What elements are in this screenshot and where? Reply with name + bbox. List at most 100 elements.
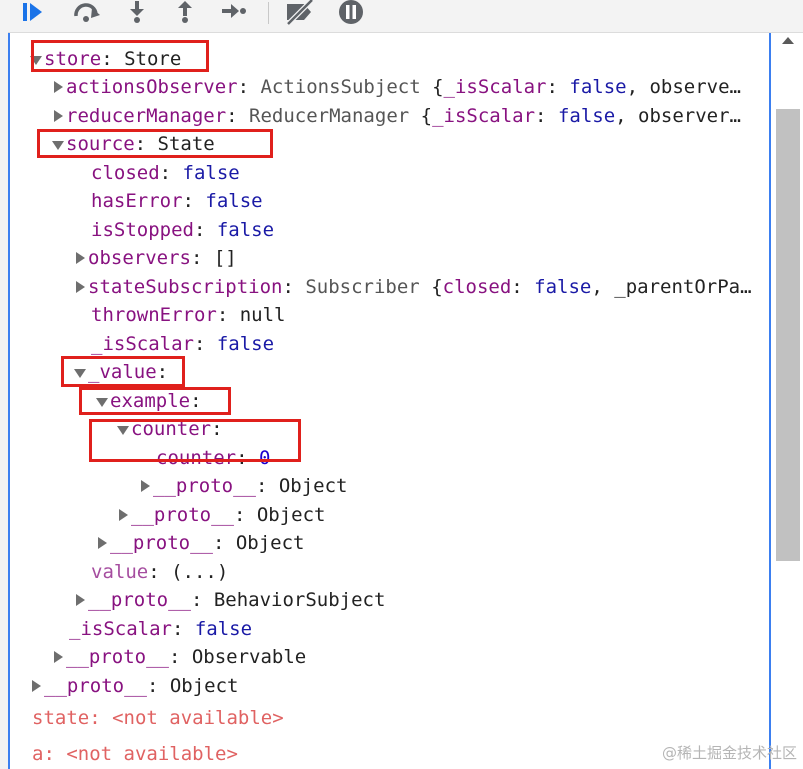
tree-node-proto[interactable]: __proto__: BehaviorSubject: [74, 586, 385, 614]
variable-name: state: [32, 707, 90, 729]
separator: :: [190, 589, 214, 611]
property-key: _isScalar: [91, 333, 194, 355]
tree-node-isScalar: _isScalar: false: [91, 330, 274, 358]
property-value: false: [216, 333, 275, 355]
property-value: null: [239, 304, 286, 326]
property-type: Object: [256, 504, 326, 526]
property-key: closed: [91, 162, 160, 184]
vertical-scrollbar[interactable]: [773, 33, 803, 769]
highlight-box-store: [31, 40, 209, 72]
collapsed-triangle-icon[interactable]: [52, 73, 66, 101]
preview-rest: , observe…: [626, 76, 741, 98]
class-name: ReducerManager: [249, 105, 410, 127]
property-key: observers: [88, 247, 191, 269]
preview-value: false: [569, 76, 627, 98]
property-key: stateSubscription: [88, 276, 283, 298]
highlight-box-source: [37, 129, 273, 158]
separator: :: [535, 105, 558, 127]
step-out-icon[interactable]: [172, 0, 200, 28]
separator: :: [226, 105, 250, 127]
separator: :: [282, 276, 306, 298]
brace: {: [409, 105, 433, 127]
preview-key: closed: [442, 276, 512, 298]
watermark: @稀土掘金技术社区: [661, 744, 797, 762]
separator: :: [146, 675, 170, 697]
class-name: ActionsSubject: [260, 76, 421, 98]
tree-node-value-getter[interactable]: value: (...): [91, 558, 228, 586]
pause-on-exceptions-icon[interactable]: [338, 0, 366, 28]
property-key: value: [91, 561, 149, 583]
preview-key: _isScalar: [432, 105, 536, 127]
tree-node-closed: closed: false: [91, 159, 240, 187]
separator: :: [255, 475, 279, 497]
collapsed-triangle-icon[interactable]: [30, 672, 44, 700]
toolbar-separator: [268, 2, 269, 24]
property-key: __proto__: [153, 475, 256, 497]
step-over-icon[interactable]: [72, 0, 100, 28]
deactivate-breakpoints-icon[interactable]: [284, 0, 318, 28]
collapsed-triangle-icon[interactable]: [52, 643, 66, 671]
tree-node-thrownError: thrownError: null: [91, 301, 286, 329]
tree-node-actionsObserver[interactable]: actionsObserver: ActionsSubject {_isScal…: [52, 73, 764, 101]
separator: :: [148, 561, 172, 583]
variable-value: <not available>: [112, 707, 284, 729]
separator: :: [159, 162, 183, 184]
brace: {: [420, 76, 444, 98]
collapsed-triangle-icon[interactable]: [74, 586, 88, 614]
collapsed-triangle-icon[interactable]: [74, 244, 88, 272]
brace: {: [419, 276, 443, 298]
separator: :: [233, 504, 257, 526]
highlight-box-value: [61, 356, 185, 387]
separator: :: [190, 247, 214, 269]
scope-variable-a: a: <not available>: [32, 740, 238, 768]
collapsed-triangle-icon[interactable]: [139, 472, 153, 500]
tree-node-proto[interactable]: __proto__: Object: [117, 501, 325, 529]
tree-node-stateSubscription[interactable]: stateSubscription: Subscriber {closed: f…: [74, 273, 764, 301]
property-value: false: [216, 219, 275, 241]
property-value: []: [213, 247, 237, 269]
tree-node-observers[interactable]: observers: []: [74, 244, 237, 272]
collapsed-triangle-icon[interactable]: [52, 102, 66, 130]
property-key: actionsObserver: [66, 76, 238, 98]
property-key: hasError: [91, 190, 183, 212]
tree-node-proto[interactable]: __proto__: Object: [30, 672, 238, 700]
property-type: Observable: [191, 646, 307, 668]
separator: :: [193, 333, 217, 355]
preview-value: false: [534, 276, 592, 298]
property-type: Object: [278, 475, 348, 497]
collapsed-triangle-icon[interactable]: [117, 501, 131, 529]
property-value: false: [194, 618, 253, 640]
tree-node-proto[interactable]: __proto__: Object: [139, 472, 347, 500]
step-icon[interactable]: [220, 0, 248, 28]
property-key: __proto__: [131, 504, 234, 526]
collapsed-triangle-icon[interactable]: [96, 529, 110, 557]
property-value[interactable]: (...): [171, 561, 228, 583]
separator: :: [237, 76, 261, 98]
property-value: false: [182, 162, 240, 184]
separator: :: [511, 276, 535, 298]
variable-name: a: [32, 743, 44, 765]
separator: :: [43, 743, 67, 765]
step-into-icon[interactable]: [124, 0, 152, 28]
preview-rest: , _parentOrPa…: [591, 276, 752, 298]
scope-variable-state: state: <not available>: [32, 704, 284, 732]
preview-rest: , observer…: [615, 105, 741, 127]
property-key: reducerManager: [66, 105, 227, 127]
separator: :: [212, 532, 236, 554]
collapsed-triangle-icon[interactable]: [74, 273, 88, 301]
debugger-toolbar: [0, 0, 803, 33]
scroll-up-icon[interactable]: [782, 37, 794, 44]
tree-node-reducerManager[interactable]: reducerManager: ReducerManager {_isScala…: [52, 102, 764, 130]
resume-icon[interactable]: [20, 0, 48, 28]
separator: :: [193, 219, 217, 241]
tree-node-proto[interactable]: __proto__: Object: [96, 529, 304, 557]
separator: :: [168, 646, 192, 668]
tree-node-proto[interactable]: __proto__: Observable: [52, 643, 306, 671]
separator: :: [546, 76, 570, 98]
property-key: isStopped: [91, 219, 194, 241]
separator: :: [216, 304, 240, 326]
separator: :: [171, 618, 195, 640]
property-key: __proto__: [110, 532, 213, 554]
class-name: Subscriber: [305, 276, 420, 298]
scrollbar-thumb[interactable]: [776, 109, 800, 561]
